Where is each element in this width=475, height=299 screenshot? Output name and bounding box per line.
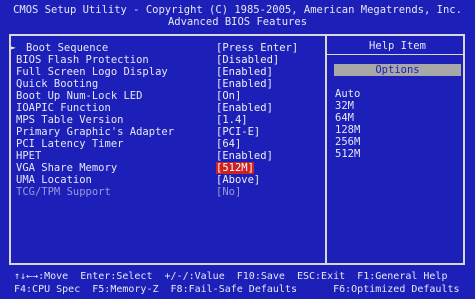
setting-label: HPET (16, 150, 42, 162)
option-item[interactable]: 128M (335, 124, 360, 136)
setting-label: VGA Share Memory (16, 162, 118, 174)
setting-label: BIOS Flash Protection (16, 54, 149, 66)
setting-value[interactable]: [Enabled] (216, 66, 273, 78)
setting-hpet[interactable]: HPET [Enabled] (16, 150, 273, 162)
setting-primary-graphics-adapter[interactable]: Primary Graphic's Adapter [PCI-E] (16, 126, 260, 138)
submenu-arrow-icon: ► (11, 43, 16, 52)
setting-value[interactable]: [Above] (216, 174, 260, 186)
setting-value[interactable]: [Enabled] (216, 150, 273, 162)
setting-numlock-led[interactable]: Boot Up Num-Lock LED [On] (16, 90, 241, 102)
setting-uma-location[interactable]: UMA Location [Above] (16, 174, 260, 186)
setting-value[interactable]: [Enabled] (216, 78, 273, 90)
utility-title: CMOS Setup Utility - Copyright (C) 1985-… (13, 4, 462, 16)
setting-full-screen-logo[interactable]: Full Screen Logo Display [Enabled] (16, 66, 273, 78)
panel-divider (325, 34, 327, 265)
key-legend: ↑↓←→:Move Enter:Select +/-/:Value F10:Sa… (0, 268, 475, 299)
setting-value[interactable]: [Disabled] (216, 54, 279, 66)
option-item[interactable]: 64M (335, 112, 354, 124)
setting-tcg-tpm-support: TCG/TPM Support [No] (16, 186, 241, 198)
key-legend-line-2: F4:CPU Spec F5:Memory-Z F8:Fail-Safe Def… (14, 284, 460, 295)
setting-value[interactable]: [Enabled] (216, 102, 273, 114)
setting-value[interactable]: [Press Enter] (216, 42, 298, 54)
setting-label: IOAPIC Function (16, 102, 111, 114)
option-item[interactable]: Auto (335, 88, 360, 100)
selected-value-highlight[interactable]: [512M] (216, 162, 254, 174)
setting-mps-table-version[interactable]: MPS Table Version [1.4] (16, 114, 248, 126)
setting-label: Boot Up Num-Lock LED (16, 90, 143, 102)
key-legend-line-1: ↑↓←→:Move Enter:Select +/-/:Value F10:Sa… (14, 271, 448, 282)
setting-label: UMA Location (16, 174, 92, 186)
option-item[interactable]: 32M (335, 100, 354, 112)
page-title: Advanced BIOS Features (167, 16, 308, 28)
options-header: Options (334, 64, 461, 76)
help-separator (327, 54, 465, 55)
setting-label: Boot Sequence (26, 42, 109, 54)
help-item-title: Help Item (369, 40, 426, 52)
option-item[interactable]: 256M (335, 136, 360, 148)
setting-label: Quick Booting (16, 78, 99, 90)
setting-label: MPS Table Version (16, 114, 124, 126)
setting-value: [No] (216, 186, 242, 198)
option-item[interactable]: 512M (335, 148, 360, 160)
setting-quick-booting[interactable]: Quick Booting [Enabled] (16, 78, 273, 90)
setting-value[interactable]: [PCI-E] (216, 126, 260, 138)
setting-boot-sequence[interactable]: ► Boot Sequence [Press Enter] (11, 42, 298, 54)
setting-ioapic-function[interactable]: IOAPIC Function [Enabled] (16, 102, 273, 114)
setting-pci-latency-timer[interactable]: PCI Latency Timer [64] (16, 138, 241, 150)
title-bar: CMOS Setup Utility - Copyright (C) 1985-… (0, 0, 475, 32)
setting-label: PCI Latency Timer (16, 138, 124, 150)
setting-label: Primary Graphic's Adapter (16, 126, 175, 138)
setting-bios-flash-protection[interactable]: BIOS Flash Protection [Disabled] (16, 54, 279, 66)
setting-value-selected[interactable]: [512M] (216, 162, 254, 174)
setting-value[interactable]: [On] (216, 90, 241, 102)
setting-value[interactable]: [1.4] (216, 114, 248, 126)
setting-label: TCG/TPM Support (16, 186, 111, 198)
setting-value[interactable]: [64] (216, 138, 241, 150)
setting-vga-share-memory[interactable]: VGA Share Memory [512M] (16, 162, 254, 174)
setting-label: Full Screen Logo Display (16, 66, 168, 78)
